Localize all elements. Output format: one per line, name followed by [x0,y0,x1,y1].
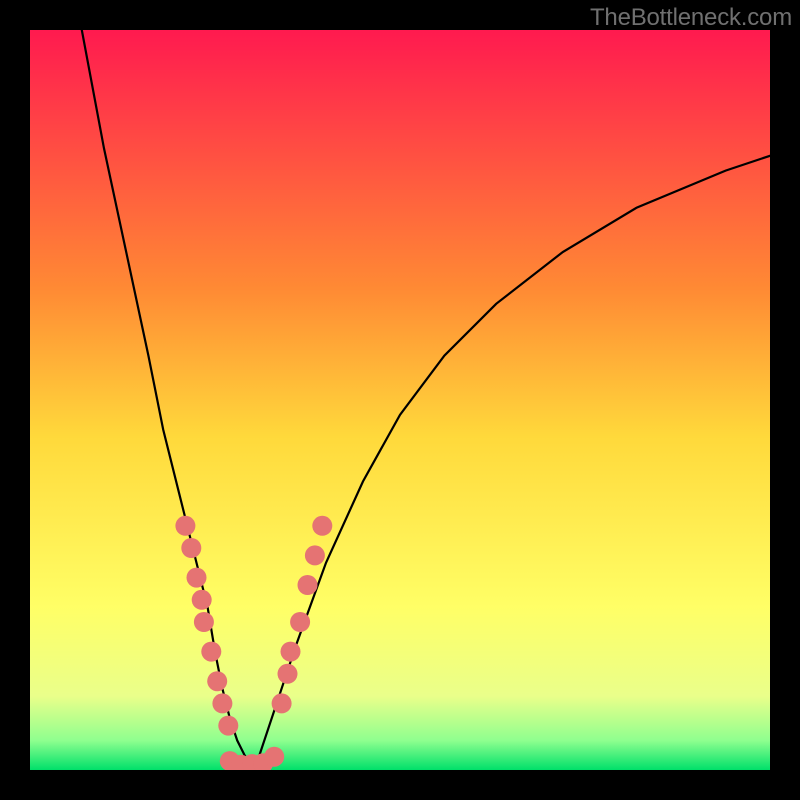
data-marker-right [305,545,325,565]
data-marker-left [192,590,212,610]
plot-area [30,30,770,770]
data-marker-left [212,693,232,713]
data-marker-left [194,612,214,632]
data-marker-bottom [264,747,284,767]
data-marker-right [298,575,318,595]
data-marker-right [312,516,332,536]
data-marker-right [281,642,301,662]
data-marker-right [272,693,292,713]
data-marker-right [290,612,310,632]
data-marker-left [218,716,238,736]
bottleneck-curve-chart [30,30,770,770]
attribution-label: TheBottleneck.com [590,4,792,32]
gradient-background [30,30,770,770]
data-marker-right [278,664,298,684]
data-marker-left [181,538,201,558]
data-marker-left [207,671,227,691]
data-marker-left [187,568,207,588]
data-marker-left [175,516,195,536]
chart-frame: TheBottleneck.com [0,0,800,800]
data-marker-left [201,642,221,662]
